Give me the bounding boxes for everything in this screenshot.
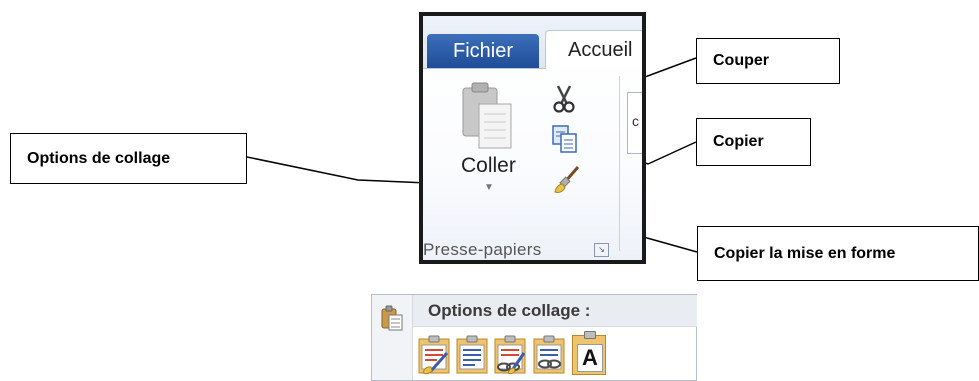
group-label: Presse-papiers (423, 240, 542, 259)
paste-options-menu: Options de collage : A (371, 294, 697, 381)
dialog-launcher-icon[interactable]: ↘ (594, 243, 609, 257)
clipboard-icon (381, 305, 403, 331)
clip-top (584, 331, 596, 339)
callout-options-de-collage: Options de collage (10, 133, 247, 184)
callout-copier: Copier (696, 118, 811, 166)
format-painter-icon[interactable] (551, 164, 581, 196)
merge-formatting-icon[interactable] (455, 335, 489, 375)
callout-couper: Couper (696, 38, 840, 84)
font-name-box[interactable]: c (627, 92, 642, 154)
text-only-glyph: A (577, 344, 603, 372)
callout-copier-mise-en-forme: Copier la mise en forme (697, 226, 979, 281)
group-separator (619, 76, 620, 251)
link-keep-source-icon[interactable] (493, 335, 527, 375)
keep-text-only-icon[interactable]: A (572, 331, 606, 375)
paste-options-header: Options de collage : (428, 301, 591, 320)
link-merge-icon[interactable] (532, 335, 566, 375)
paste-dropdown-arrow-icon[interactable]: ▼ (484, 182, 494, 193)
tab-accueil[interactable]: Accueil (545, 30, 642, 69)
tab-fichier[interactable]: Fichier (427, 34, 539, 68)
copy-icon[interactable] (551, 124, 579, 154)
scissors-icon[interactable] (551, 84, 577, 114)
keep-source-formatting-icon[interactable] (417, 335, 451, 375)
ribbon-clipboard-group: Fichier Accueil Coller ▼ c Presse-papier (419, 12, 646, 264)
paste-clipboard-icon[interactable] (461, 82, 515, 152)
paste-button-label[interactable]: Coller (461, 154, 531, 178)
